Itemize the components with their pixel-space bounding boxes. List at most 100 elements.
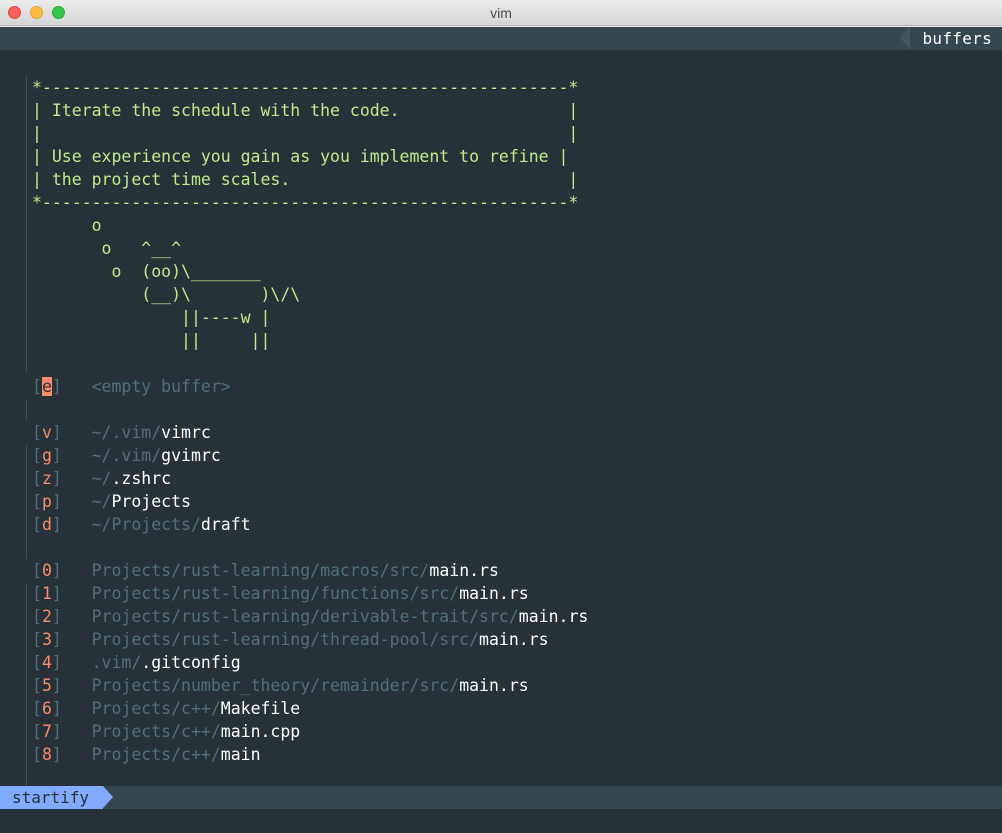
entry-spacer [62,630,92,649]
recent-file-name[interactable]: Makefile [221,699,300,718]
quote-text: *---------------------------------------… [32,78,579,97]
bracket-open: [ [32,699,42,718]
entry-key[interactable]: z [42,469,52,488]
quote-text: | | [32,124,579,143]
entry-key[interactable]: p [42,492,52,511]
recent-file-dir[interactable]: Projects/rust-learning/derivable-trait/s… [92,607,519,626]
recent-file-dir[interactable]: Projects/rust-learning/functions/src/ [92,584,460,603]
header-quote-line: | | [32,122,578,145]
entry-key[interactable]: 3 [42,630,52,649]
bracket-open: [ [32,561,42,580]
entry-key[interactable]: 5 [42,676,52,695]
bookmark-dir[interactable]: ~/.vim/ [92,446,162,465]
entry-key[interactable]: 4 [42,653,52,672]
recent-file-name[interactable]: main.rs [519,607,589,626]
recent-file-dir[interactable]: Projects/c++/ [92,699,221,718]
bracket-close: ] [51,699,62,718]
startify-entry[interactable]: [p] ~/Projects [32,490,191,513]
recent-file-name[interactable]: main [221,745,261,764]
editor-area[interactable]: buffers *-------------------------------… [0,27,1002,833]
startify-entry[interactable]: [e] <empty buffer> [32,375,231,398]
title-bar: vim [0,0,1002,26]
bookmark-name[interactable]: Projects [112,492,191,511]
quote-text: | Iterate the schedule with the code. | [32,101,579,120]
header-quote-line: | the project time scales. | [32,168,578,191]
bracket-close: ] [51,561,62,580]
cow-ascii-art: (__)\ )\/\ [32,285,301,304]
bracket-open: [ [32,676,42,695]
vim-window: vim buffers *---------------------------… [0,0,1002,833]
indent-guide [26,399,27,421]
recent-file-name[interactable]: main.rs [459,584,529,603]
startify-entry[interactable]: [4] .vim/.gitconfig [32,651,241,674]
entry-key[interactable]: d [42,515,52,534]
mode-indicator: startify [0,786,114,809]
bookmark-dir[interactable]: ~/ [92,492,112,511]
bookmark-name[interactable]: .zshrc [112,469,172,488]
startify-entry[interactable]: [6] Projects/c++/Makefile [32,697,300,720]
startify-entry[interactable]: [2] Projects/rust-learning/derivable-tra… [32,605,588,628]
startify-entry[interactable]: [8] Projects/c++/main [32,743,261,766]
entry-key[interactable]: 1 [42,584,52,603]
empty-buffer-label[interactable]: <empty buffer> [92,377,231,396]
bracket-open: [ [32,745,42,764]
bracket-open: [ [32,653,42,672]
bookmark-name[interactable]: gvimrc [161,446,221,465]
buffers-tab[interactable]: buffers [900,27,1002,50]
bracket-close: ] [51,423,62,442]
entry-key[interactable]: 7 [42,722,52,741]
header-quote-line: | Use experience you gain as you impleme… [32,145,568,168]
recent-file-dir[interactable]: Projects/number_theory/remainder/src/ [92,676,460,695]
entry-spacer [62,653,92,672]
bracket-close: ] [51,377,62,396]
indent-guide [26,583,27,789]
indent-guide [26,445,27,559]
recent-file-name[interactable]: .gitconfig [141,653,240,672]
recent-file-name[interactable]: main.cpp [221,722,300,741]
bookmark-name[interactable]: draft [201,515,251,534]
bracket-close: ] [51,653,62,672]
recent-file-name[interactable]: main.rs [459,676,529,695]
entry-key[interactable]: e [41,377,52,396]
startify-entry[interactable]: [5] Projects/number_theory/remainder/src… [32,674,529,697]
entry-spacer [62,745,92,764]
header-cow-line: o (oo)\_______ [32,260,260,283]
quote-text: *---------------------------------------… [32,193,579,212]
cow-ascii-art: o (oo)\_______ [32,262,261,281]
recent-file-name[interactable]: main.rs [479,630,549,649]
bookmark-dir[interactable]: ~/ [92,469,112,488]
startify-entry[interactable]: [g] ~/.vim/gvimrc [32,444,221,467]
entry-key[interactable]: 6 [42,699,52,718]
startify-screen[interactable]: *---------------------------------------… [0,50,1002,789]
recent-file-name[interactable]: main.rs [429,561,499,580]
entry-key[interactable]: v [42,423,52,442]
startify-entry[interactable]: [1] Projects/rust-learning/functions/src… [32,582,529,605]
bookmark-dir[interactable]: ~/.vim/ [92,423,162,442]
bracket-open: [ [32,607,42,626]
entry-key[interactable]: 0 [42,561,52,580]
bookmark-dir[interactable]: ~/Projects/ [92,515,201,534]
startify-entry[interactable]: [7] Projects/c++/main.cpp [32,720,300,743]
startify-entry[interactable]: [0] Projects/rust-learning/macros/src/ma… [32,559,499,582]
window-title: vim [490,5,512,21]
bracket-close: ] [51,745,62,764]
recent-file-dir[interactable]: Projects/c++/ [92,745,221,764]
tabline: buffers [0,27,1002,50]
bracket-close: ] [51,676,62,695]
recent-file-dir[interactable]: .vim/ [92,653,142,672]
startify-entry[interactable]: [z] ~/.zshrc [32,467,171,490]
startify-entry[interactable]: [d] ~/Projects/draft [32,513,251,536]
bookmark-name[interactable]: vimrc [161,423,211,442]
recent-file-dir[interactable]: Projects/rust-learning/macros/src/ [92,561,430,580]
entry-key[interactable]: 2 [42,607,52,626]
entry-spacer [62,515,92,534]
entry-key[interactable]: g [42,446,52,465]
command-line[interactable] [0,809,1002,833]
cow-ascii-art: || || [32,331,271,350]
cow-ascii-art: o ^__^ [32,239,182,258]
recent-file-dir[interactable]: Projects/rust-learning/thread-pool/src/ [92,630,479,649]
startify-entry[interactable]: [3] Projects/rust-learning/thread-pool/s… [32,628,549,651]
startify-entry[interactable]: [v] ~/.vim/vimrc [32,421,211,444]
recent-file-dir[interactable]: Projects/c++/ [92,722,221,741]
entry-key[interactable]: 8 [42,745,52,764]
